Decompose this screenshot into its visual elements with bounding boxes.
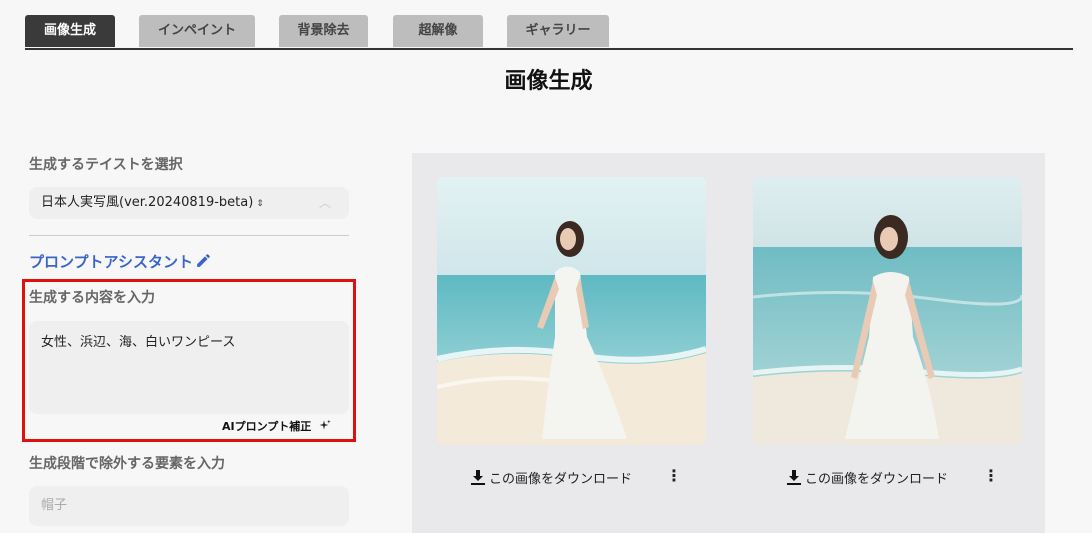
generated-image[interactable]	[437, 177, 706, 445]
prompt-label: 生成する内容を入力	[29, 290, 155, 306]
tab-image-generation[interactable]: 画像生成	[25, 15, 115, 47]
prompt-textarea[interactable]: 女性、浜辺、海、白いワンピース	[29, 321, 349, 414]
divider	[29, 235, 349, 236]
page-title: 画像生成	[504, 69, 593, 94]
download-label: この画像をダウンロード	[805, 472, 949, 487]
pencil-icon	[197, 254, 210, 267]
more-options-icon[interactable]: ⋮	[983, 466, 999, 485]
download-icon	[787, 470, 801, 485]
more-options-icon[interactable]: ⋮	[666, 466, 682, 485]
chevron-up-icon[interactable]: ︿	[319, 187, 331, 219]
taste-label: 生成するテイストを選択	[29, 157, 183, 173]
updown-icon: ⇕	[256, 199, 264, 209]
tab-bar: 画像生成 インペイント 背景除去 超解像 ギャラリー	[25, 15, 1073, 50]
taste-select-value: 日本人実写風(ver.20240819-beta)	[41, 195, 254, 210]
tab-super-resolution[interactable]: 超解像	[393, 15, 483, 47]
download-icon	[471, 470, 485, 485]
tab-inpaint[interactable]: インペイント	[139, 15, 255, 47]
ai-prompt-fix-label: AIプロンプト補正	[222, 420, 312, 433]
ai-prompt-fix-button[interactable]: AIプロンプト補正	[222, 418, 332, 434]
generated-image[interactable]	[753, 177, 1022, 445]
download-button[interactable]: この画像をダウンロード	[787, 468, 948, 487]
negative-prompt-label: 生成段階で除外する要素を入力	[29, 456, 225, 472]
taste-select[interactable]: 日本人実写風(ver.20240819-beta) ⇕ ︿	[29, 187, 349, 219]
negative-prompt-input[interactable]: 帽子	[29, 486, 349, 526]
download-label: この画像をダウンロード	[489, 472, 633, 487]
prompt-assistant-link[interactable]: プロンプトアシスタント	[29, 251, 212, 272]
sparkle-icon	[319, 419, 331, 430]
tab-background-removal[interactable]: 背景除去	[279, 15, 368, 47]
prompt-assistant-label: プロンプトアシスタント	[29, 253, 193, 271]
tab-gallery[interactable]: ギャラリー	[507, 15, 609, 47]
download-button[interactable]: この画像をダウンロード	[471, 468, 632, 487]
